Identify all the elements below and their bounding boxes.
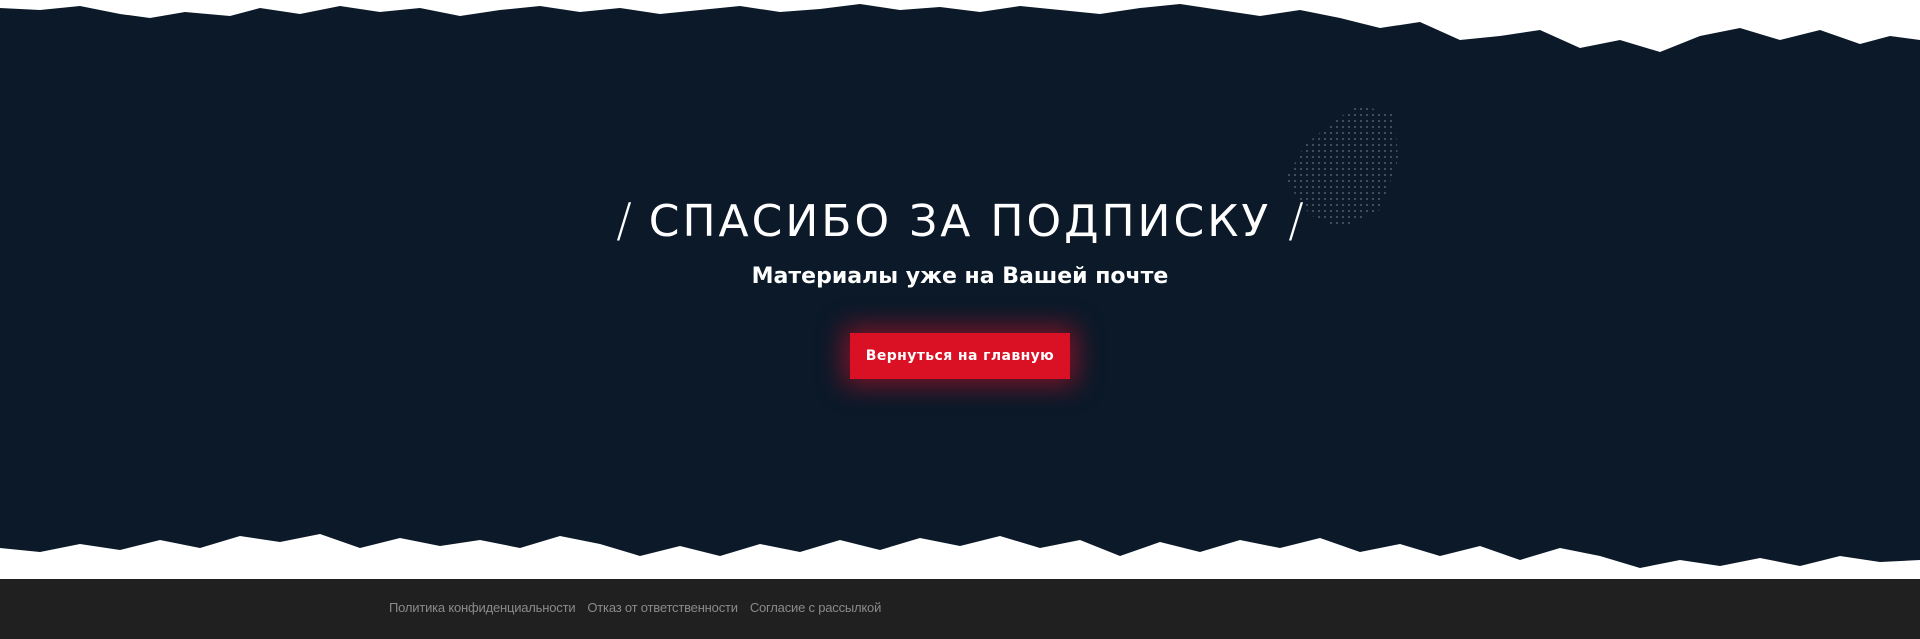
back-to-home-button[interactable]: Вернуться на главную xyxy=(850,333,1070,379)
hero-content: / СПАСИБО ЗА ПОДПИСКУ / Материалы уже на… xyxy=(0,0,1920,579)
footer: Политика конфиденциальности Отказ от отв… xyxy=(0,579,1920,639)
page-title: / СПАСИБО ЗА ПОДПИСКУ / xyxy=(0,190,1920,252)
hero-section: / СПАСИБО ЗА ПОДПИСКУ / Материалы уже на… xyxy=(0,0,1920,579)
title-slash-left: / xyxy=(616,193,632,247)
subtitle: Материалы уже на Вашей почте xyxy=(751,264,1169,289)
title-text: СПАСИБО ЗА ПОДПИСКУ xyxy=(648,196,1272,247)
footer-link-disclaimer[interactable]: Отказ от ответственности xyxy=(587,600,738,615)
footer-links: Политика конфиденциальности Отказ от отв… xyxy=(389,600,881,615)
footer-link-mailing-consent[interactable]: Согласие с рассылкой xyxy=(750,600,882,615)
title-slash-right: / xyxy=(1288,193,1304,247)
footer-link-privacy-policy[interactable]: Политика конфиденциальности xyxy=(389,600,576,615)
